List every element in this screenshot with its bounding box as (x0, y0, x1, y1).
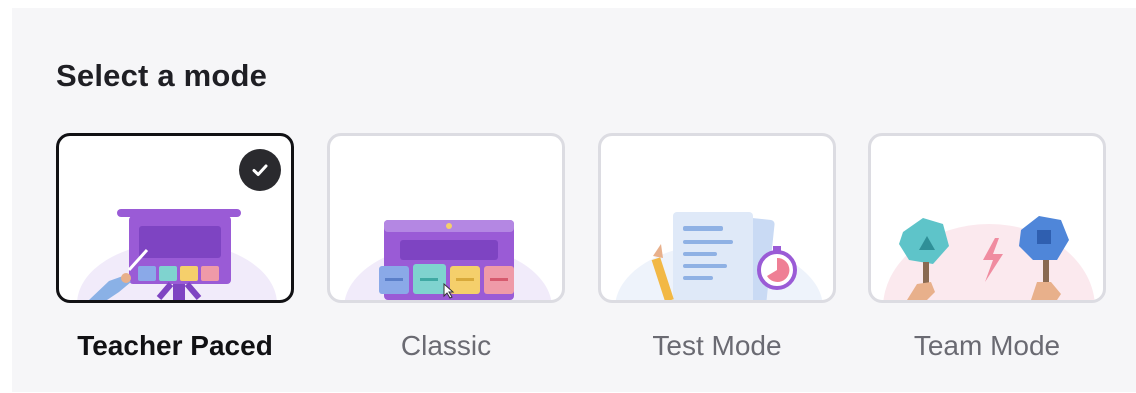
mode-card-classic[interactable] (327, 133, 565, 303)
mode-card-team-mode[interactable] (868, 133, 1106, 303)
section-title: Select a mode (56, 58, 268, 93)
mode-selector-panel: Select a mode Teacher Paced Classic Test… (12, 8, 1136, 392)
mode-label-teacher-paced[interactable]: Teacher Paced (56, 330, 294, 362)
mode-card-test-mode[interactable] (598, 133, 836, 303)
selected-check-icon (239, 149, 281, 191)
mode-label-classic[interactable]: Classic (327, 330, 565, 362)
mode-label-team-mode[interactable]: Team Mode (868, 330, 1106, 362)
mode-label-test-mode[interactable]: Test Mode (598, 330, 836, 362)
classic-illustration (344, 220, 552, 300)
test-mode-illustration (615, 212, 823, 300)
mode-card-teacher-paced[interactable] (56, 133, 294, 303)
team-mode-illustration (883, 216, 1095, 300)
